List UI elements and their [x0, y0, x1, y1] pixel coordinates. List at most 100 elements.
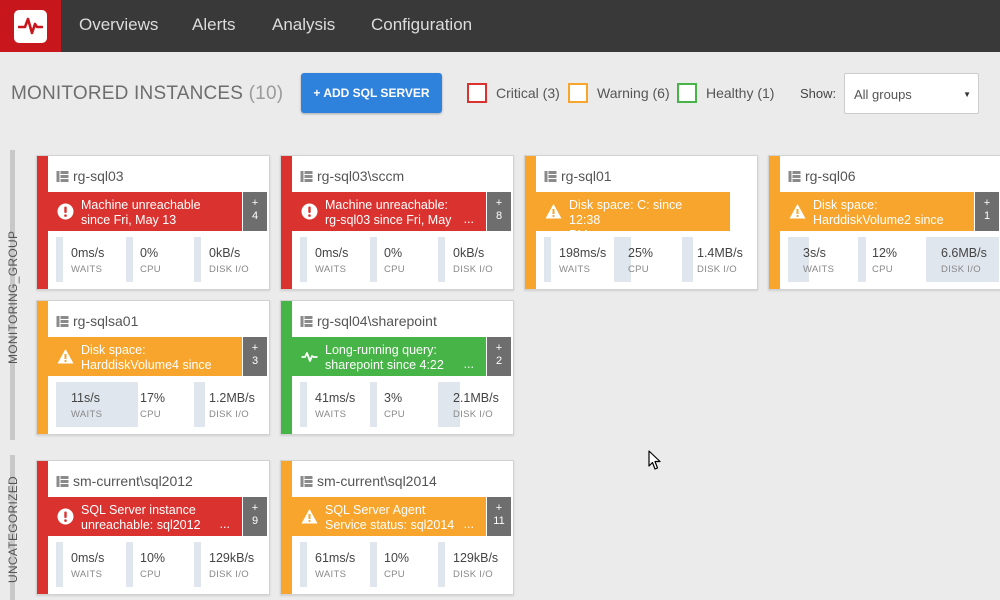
more-alerts-button[interactable]: + 2	[487, 337, 511, 376]
status-stripe	[37, 156, 48, 289]
metric-disk-io[interactable]: 129kB/s DISK I/O	[194, 542, 267, 587]
metric-waits[interactable]: 11s/s WAITS	[56, 382, 126, 427]
cpu-label: CPU	[872, 264, 893, 275]
show-label: Show:	[800, 86, 837, 101]
legend-warning-swatch	[568, 83, 588, 103]
waits-value: 11s/s	[71, 391, 100, 405]
cpu-label: CPU	[384, 409, 405, 420]
waits-label: WAITS	[315, 409, 347, 420]
waits-level-bar	[56, 542, 63, 587]
metric-disk-io[interactable]: 0kB/s DISK I/O	[438, 237, 511, 282]
metric-cpu[interactable]: 0% CPU	[370, 237, 438, 282]
instance-card-rg-sql06[interactable]: rg-sql06 Disk space: HarddiskVolume2 sin…	[768, 155, 1000, 290]
group-label-monitoring: MONITORING_GROUP	[6, 230, 20, 364]
disk-label: DISK I/O	[453, 409, 493, 420]
alert-banner[interactable]: SQL Server instance unreachable: sql2012…	[48, 497, 242, 536]
metric-waits[interactable]: 0ms/s WAITS	[56, 237, 126, 282]
alert-banner[interactable]: SQL Server Agent Service status: sql2014…	[292, 497, 486, 536]
alert-banner[interactable]: Machine unreachable: rg-sql03 since Fri,…	[292, 192, 486, 231]
instance-name: rg-sql06	[805, 168, 856, 184]
status-stripe	[37, 301, 48, 434]
instance-title[interactable]: sm-current\sql2014	[300, 473, 437, 489]
disk-value: 1.4MB/s	[697, 246, 743, 260]
disk-level-bar	[194, 542, 201, 587]
metric-cpu[interactable]: 10% CPU	[126, 542, 194, 587]
alert-banner[interactable]: Long-running query: sharepoint since 4:2…	[292, 337, 486, 376]
legend-critical-label: Critical (3)	[496, 85, 560, 101]
metric-waits[interactable]: 0ms/s WAITS	[56, 542, 126, 587]
alert-ellipsis: ...	[219, 517, 230, 531]
metric-disk-io[interactable]: 129kB/s DISK I/O	[438, 542, 511, 587]
metric-disk-io[interactable]: 0kB/s DISK I/O	[194, 237, 267, 282]
instance-card-rg-sql03[interactable]: rg-sql03 Machine unreachable since Fri, …	[36, 155, 270, 290]
alert-banner[interactable]: Machine unreachable since Fri, May 13	[48, 192, 242, 231]
nav-configuration[interactable]: Configuration	[371, 0, 472, 52]
instance-card-rg-sqlsa01[interactable]: rg-sqlsa01 Disk space: HarddiskVolume4 s…	[36, 300, 270, 435]
instance-title[interactable]: rg-sql01	[544, 168, 612, 184]
status-stripe	[37, 461, 48, 594]
metric-cpu[interactable]: 0% CPU	[126, 237, 194, 282]
instance-card-sm-current-sql2012[interactable]: sm-current\sql2012 SQL Server instance u…	[36, 460, 270, 595]
more-alerts-count: 4	[251, 210, 259, 222]
metric-cpu[interactable]: 3% CPU	[370, 382, 438, 427]
metric-disk-io[interactable]: 1.2MB/s DISK I/O	[194, 382, 267, 427]
group-filter-select[interactable]: All groups ▼	[844, 73, 979, 114]
alert-ellipsis: ...	[463, 357, 474, 371]
disk-label: DISK I/O	[209, 409, 249, 420]
instance-name: rg-sql03	[73, 168, 124, 184]
alert-banner[interactable]: Disk space: HarddiskVolume4 since ...	[48, 337, 242, 376]
server-icon	[300, 315, 313, 327]
disk-value: 129kB/s	[209, 551, 255, 565]
instance-title[interactable]: rg-sql06	[788, 168, 856, 184]
add-sql-server-button[interactable]: + ADD SQL SERVER	[301, 73, 442, 113]
alert-text-line1: Machine unreachable:	[325, 198, 448, 212]
more-alerts-button[interactable]: + 9	[243, 497, 267, 536]
metric-waits[interactable]: 61ms/s WAITS	[300, 542, 370, 587]
metric-cpu[interactable]: 17% CPU	[126, 382, 194, 427]
instance-title[interactable]: sm-current\sql2012	[56, 473, 193, 489]
waits-label: WAITS	[315, 264, 347, 275]
legend-warning[interactable]: Warning (6)	[568, 83, 670, 103]
alert-banner[interactable]: Disk space: HarddiskVolume2 since ...	[780, 192, 974, 231]
legend-healthy[interactable]: Healthy (1)	[677, 83, 774, 103]
more-alerts-button[interactable]: + 3	[243, 337, 267, 376]
more-alerts-button[interactable]: + 8	[487, 192, 511, 231]
nav-alerts[interactable]: Alerts	[192, 0, 235, 52]
instance-title[interactable]: rg-sql03	[56, 168, 124, 184]
alert-ellipsis: ...	[463, 517, 474, 531]
more-alerts-button[interactable]: + 1	[975, 192, 999, 231]
instance-title[interactable]: rg-sqlsa01	[56, 313, 138, 329]
more-alerts-button[interactable]: + 11	[487, 497, 511, 536]
metric-disk-io[interactable]: 2.1MB/s DISK I/O	[438, 382, 511, 427]
instance-title[interactable]: rg-sql04\sharepoint	[300, 313, 437, 329]
alert-banner[interactable]: Disk space: C: since 12:38 PM	[536, 192, 730, 231]
plus-icon: +	[983, 197, 991, 209]
metric-disk-io[interactable]: 1.4MB/s DISK I/O	[682, 237, 755, 282]
disk-level-bar	[438, 542, 445, 587]
instance-card-sm-current-sql2014[interactable]: sm-current\sql2014 SQL Server Agent Serv…	[280, 460, 514, 595]
metric-waits[interactable]: 3s/s WAITS	[788, 237, 858, 282]
cpu-level-bar	[858, 237, 866, 282]
metric-cpu[interactable]: 10% CPU	[370, 542, 438, 587]
instance-title[interactable]: rg-sql03\sccm	[300, 168, 404, 184]
metric-cpu[interactable]: 25% CPU	[614, 237, 682, 282]
waits-label: WAITS	[71, 569, 103, 580]
legend-healthy-swatch	[677, 83, 697, 103]
pulse-logo-icon[interactable]	[0, 0, 61, 52]
metric-cpu[interactable]: 12% CPU	[858, 237, 926, 282]
exclamation-circle-icon	[301, 203, 318, 220]
legend-critical-swatch	[467, 83, 487, 103]
alert-text-line1: SQL Server Agent	[325, 503, 426, 517]
nav-overviews[interactable]: Overviews	[79, 0, 158, 52]
instance-card-rg-sql01[interactable]: rg-sql01 Disk space: C: since 12:38 PM 1…	[524, 155, 758, 290]
instance-card-rg-sql04-sharepoint[interactable]: rg-sql04\sharepoint Long-running query: …	[280, 300, 514, 435]
metric-waits[interactable]: 0ms/s WAITS	[300, 237, 370, 282]
metric-waits[interactable]: 198ms/s WAITS	[544, 237, 614, 282]
nav-analysis[interactable]: Analysis	[272, 0, 335, 52]
more-alerts-button[interactable]: + 4	[243, 192, 267, 231]
legend-critical[interactable]: Critical (3)	[467, 83, 560, 103]
instance-card-rg-sql03-sccm[interactable]: rg-sql03\sccm Machine unreachable: rg-sq…	[280, 155, 514, 290]
warning-triangle-icon	[57, 348, 74, 365]
metric-waits[interactable]: 41ms/s WAITS	[300, 382, 370, 427]
metric-disk-io[interactable]: 6.6MB/s DISK I/O	[926, 237, 999, 282]
